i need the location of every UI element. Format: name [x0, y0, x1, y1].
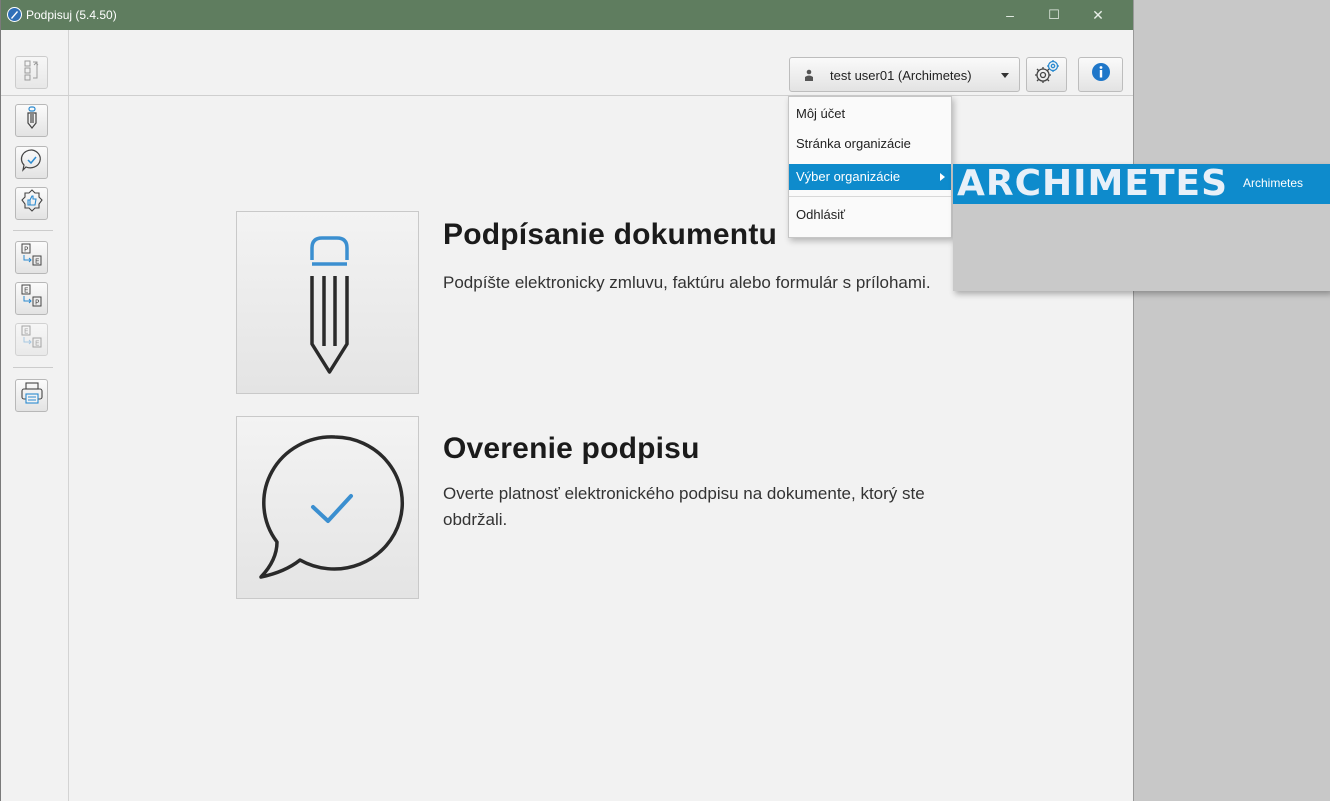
badge-thumbs-up-icon: [20, 189, 44, 218]
menu-item-select-organization[interactable]: Výber organizácie: [789, 164, 951, 190]
svg-text:P: P: [35, 299, 39, 307]
chevron-down-icon: [1001, 73, 1009, 78]
pen-icon: [302, 234, 357, 384]
speech-bubble-check-icon: [20, 148, 44, 177]
svg-text:P: P: [24, 246, 28, 254]
user-icon: [805, 69, 813, 81]
user-account-dropdown[interactable]: test user01 (Archimetes): [789, 57, 1020, 92]
sidebar-approve-button[interactable]: [15, 187, 48, 220]
organization-submenu: ARCHIMETES Archimetes: [953, 164, 1330, 291]
svg-text:E: E: [35, 340, 39, 348]
sidebar: P E E P E E: [1, 96, 69, 801]
sidebar-convert-e-p-button[interactable]: E P: [15, 282, 48, 315]
convert-e-to-p-icon: E P: [19, 283, 45, 314]
minimize-button[interactable]: –: [989, 0, 1031, 30]
svg-text:E: E: [24, 328, 28, 336]
maximize-button[interactable]: ☐: [1033, 0, 1075, 30]
organization-name: Archimetes: [1243, 176, 1304, 190]
chevron-right-icon: [940, 173, 945, 181]
menu-divider: [789, 196, 951, 197]
sidebar-print-button[interactable]: [15, 379, 48, 412]
title-bar[interactable]: Podpisuj (5.4.50) – ☐ ✕: [1, 0, 1133, 30]
user-menu: Môj účet Stránka organizácie Výber organ…: [788, 96, 952, 238]
convert-e-to-e-icon: E E: [19, 324, 45, 355]
svg-text:E: E: [35, 258, 39, 266]
menu-item-organization-page[interactable]: Stránka organizácie: [789, 131, 951, 157]
info-button[interactable]: [1078, 57, 1123, 92]
speech-bubble-check-icon: [255, 432, 405, 587]
archimetes-logo: ARCHIMETES: [957, 163, 1229, 204]
convert-p-to-e-icon: P E: [19, 242, 45, 273]
sidebar-convert-e-e-button[interactable]: E E: [15, 323, 48, 356]
menu-item-my-account[interactable]: Môj účet: [789, 101, 951, 127]
close-button[interactable]: ✕: [1077, 0, 1119, 30]
menu-item-logout[interactable]: Odhlásiť: [789, 202, 951, 228]
info-icon: [1091, 62, 1111, 87]
menu-item-select-organization-label: Výber organizácie: [796, 169, 901, 184]
pen-icon: [25, 106, 39, 135]
verify-card-description: Overte platnosť elektronického podpisu n…: [443, 484, 925, 529]
sidebar-divider: [13, 230, 53, 231]
submenu-item-archimetes[interactable]: ARCHIMETES Archimetes: [953, 164, 1330, 204]
settings-button[interactable]: [1026, 57, 1067, 92]
printer-icon: [20, 381, 44, 410]
svg-text:E: E: [24, 287, 28, 295]
verify-card-title: Overenie podpisu: [443, 432, 700, 465]
sidebar-sign-button[interactable]: [15, 104, 48, 137]
user-name: test user01 (Archimetes): [830, 68, 972, 83]
layout-tree-icon: [22, 59, 42, 86]
toolbar-divider: [68, 30, 69, 95]
toggle-panel-button[interactable]: [15, 56, 48, 89]
app-window: Podpisuj (5.4.50) – ☐ ✕ test user01 (Arc…: [0, 0, 1330, 801]
window-title: Podpisuj (5.4.50): [26, 8, 117, 22]
sign-card-title: Podpísanie dokumentu: [443, 218, 778, 251]
sign-card-description: Podpíšte elektronicky zmluvu, faktúru al…: [443, 273, 931, 292]
sign-document-card[interactable]: [236, 211, 419, 394]
gear-icon: [1032, 58, 1062, 91]
sidebar-divider: [13, 367, 53, 368]
sidebar-verify-button[interactable]: [15, 146, 48, 179]
app-logo-icon: [7, 7, 22, 22]
verify-signature-card[interactable]: [236, 416, 419, 599]
sidebar-convert-p-e-button[interactable]: P E: [15, 241, 48, 274]
toolbar: test user01 (Archimetes): [1, 30, 1133, 96]
